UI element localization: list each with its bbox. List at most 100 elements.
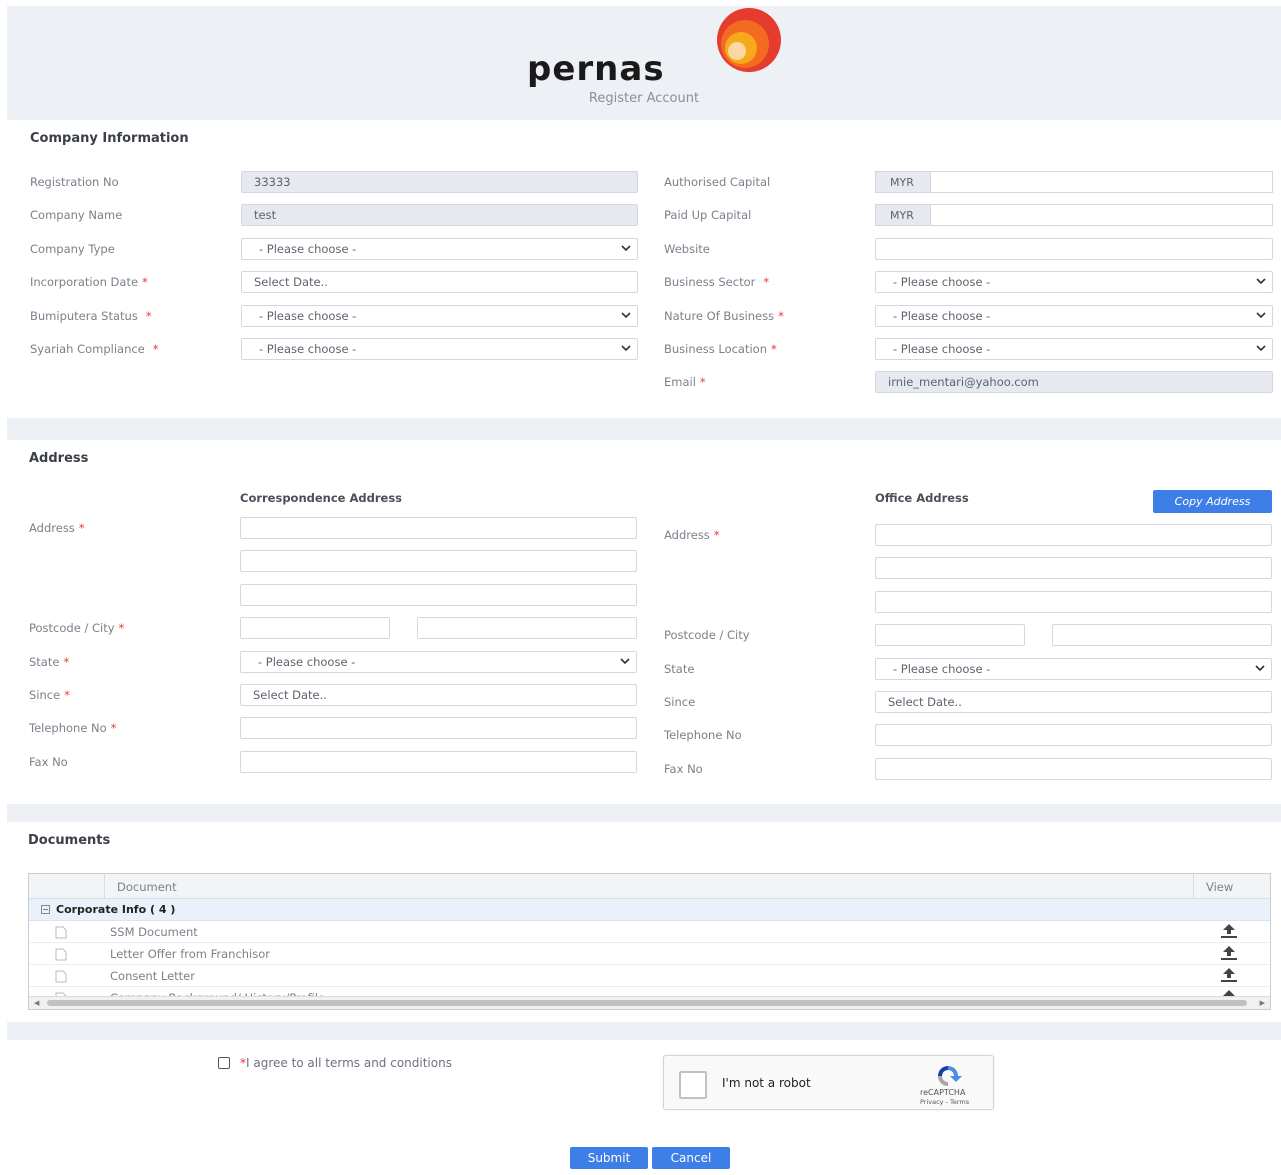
chevron-down-icon (1256, 345, 1266, 352)
registration-no-field[interactable]: 33333 (241, 171, 638, 193)
upload-icon[interactable] (1219, 967, 1239, 983)
address-title: Address (29, 451, 89, 466)
company-type-select[interactable]: - Please choose - (241, 238, 638, 260)
documents-title: Documents (28, 833, 111, 848)
company-name-label: Company Name (30, 208, 123, 222)
corr-since-label-text: Since (29, 688, 61, 702)
corr-state-select[interactable]: - Please choose - (240, 651, 637, 673)
office-since-input[interactable]: Select Date.. (875, 691, 1272, 713)
address-section (7, 440, 1281, 804)
document-name: Consent Letter (110, 969, 195, 983)
required-marker: * (152, 342, 159, 356)
chevron-down-icon (620, 658, 630, 665)
chevron-down-icon (621, 312, 631, 319)
office-fax-label: Fax No (664, 762, 703, 776)
corr-address-line3-input[interactable] (240, 584, 637, 606)
incorporation-date-input[interactable]: Select Date.. (241, 271, 638, 293)
chevron-down-icon (1256, 278, 1266, 285)
table-row: SSM Document (29, 921, 1270, 943)
office-city-input[interactable] (1052, 624, 1272, 646)
cancel-button[interactable]: Cancel (652, 1147, 730, 1169)
recaptcha-widget: I'm not a robot reCAPTCHA Privacy - Term… (663, 1055, 994, 1110)
recaptcha-links[interactable]: Privacy - Terms (920, 1098, 969, 1106)
business-location-select[interactable]: - Please choose - (875, 338, 1273, 360)
office-fax-input[interactable] (875, 758, 1272, 780)
corr-state-label: State * (29, 655, 69, 669)
office-address-line2-input[interactable] (875, 557, 1272, 579)
office-address-line3-input[interactable] (875, 591, 1272, 613)
office-state-label: State (664, 662, 695, 676)
nature-of-business-value: - Please choose - (893, 309, 991, 323)
terms-agreement[interactable]: * I agree to all terms and conditions (218, 1056, 452, 1070)
corr-fax-label: Fax No (29, 755, 68, 769)
office-state-select[interactable]: - Please choose - (875, 658, 1272, 680)
table-row: Consent Letter (29, 965, 1270, 987)
required-marker: * (118, 621, 125, 635)
chevron-down-icon (621, 245, 631, 252)
document-name: SSM Document (110, 925, 198, 939)
recaptcha-brand: reCAPTCHA (920, 1088, 966, 1097)
scroll-left-icon[interactable]: ◀ (34, 999, 39, 1007)
upload-icon[interactable] (1219, 945, 1239, 961)
terms-label: I agree to all terms and conditions (246, 1056, 452, 1070)
office-state-value: - Please choose - (893, 662, 991, 676)
terms-checkbox[interactable] (218, 1057, 230, 1069)
business-sector-label: Business Sector * (664, 275, 769, 289)
group-row-corporate-info[interactable]: − Corporate Info ( 4 ) (29, 899, 1270, 921)
copy-address-button[interactable]: Copy Address (1153, 490, 1272, 513)
nature-of-business-label-text: Nature Of Business (664, 309, 775, 323)
submit-button[interactable]: Submit (570, 1147, 648, 1169)
grid-column-document: Document (117, 880, 177, 894)
scroll-right-icon[interactable]: ▶ (1260, 999, 1265, 1007)
required-marker: * (110, 721, 117, 735)
group-label: Corporate Info ( 4 ) (56, 903, 176, 916)
incorporation-date-label-text: Incorporation Date (30, 275, 139, 289)
authorised-capital-input[interactable] (931, 171, 1273, 193)
authorised-capital-label: Authorised Capital (664, 175, 771, 189)
corr-postcode-city-label-text: Postcode / City (29, 621, 115, 635)
email-field[interactable]: irnie_mentari@yahoo.com (875, 371, 1273, 393)
collapse-icon[interactable]: − (41, 905, 50, 914)
brand-name: pernas (527, 49, 665, 89)
required-marker: * (778, 309, 784, 323)
paid-up-capital-input[interactable] (931, 204, 1273, 226)
corr-postcode-city-label: Postcode / City * (29, 621, 124, 635)
required-marker: * (145, 309, 152, 323)
nature-of-business-select[interactable]: - Please choose - (875, 305, 1273, 327)
corr-fax-input[interactable] (240, 751, 637, 773)
recaptcha-label: I'm not a robot (722, 1076, 811, 1090)
file-icon (55, 970, 67, 983)
scrollbar-thumb[interactable] (47, 1000, 1247, 1006)
corr-since-input[interactable]: Select Date.. (240, 684, 637, 706)
office-telephone-input[interactable] (875, 724, 1272, 746)
recaptcha-checkbox[interactable] (679, 1071, 707, 1099)
section-divider (7, 1022, 1281, 1040)
bumiputera-status-label: Bumiputera Status * (30, 309, 152, 323)
corr-telephone-input[interactable] (240, 717, 637, 739)
paid-up-capital-currency: MYR (875, 204, 931, 226)
company-type-value: - Please choose - (259, 242, 357, 256)
corr-state-label-text: State (29, 655, 60, 669)
required-marker: * (771, 342, 777, 356)
business-sector-label-text: Business Sector (664, 275, 756, 289)
business-sector-select[interactable]: - Please choose - (875, 271, 1273, 293)
office-address-line1-input[interactable] (875, 524, 1272, 546)
corr-postcode-input[interactable] (240, 617, 390, 639)
bumiputera-status-select[interactable]: - Please choose - (241, 305, 638, 327)
corr-address-line1-input[interactable] (240, 517, 637, 539)
chevron-down-icon (621, 345, 631, 352)
upload-icon[interactable] (1219, 923, 1239, 939)
office-address-heading: Office Address (875, 491, 969, 505)
office-postcode-input[interactable] (875, 624, 1025, 646)
website-input[interactable] (875, 238, 1273, 260)
corr-address-line2-input[interactable] (240, 550, 637, 572)
syariah-compliance-label-text: Syariah Compliance (30, 342, 145, 356)
required-marker: * (699, 375, 706, 389)
company-name-field[interactable]: test (241, 204, 638, 226)
corr-city-input[interactable] (417, 617, 637, 639)
chevron-down-icon (1256, 312, 1266, 319)
recaptcha-icon (938, 1066, 962, 1086)
required-marker: * (763, 275, 770, 289)
syariah-compliance-select[interactable]: - Please choose - (241, 338, 638, 360)
horizontal-scrollbar[interactable]: ◀ ▶ (29, 996, 1270, 1009)
